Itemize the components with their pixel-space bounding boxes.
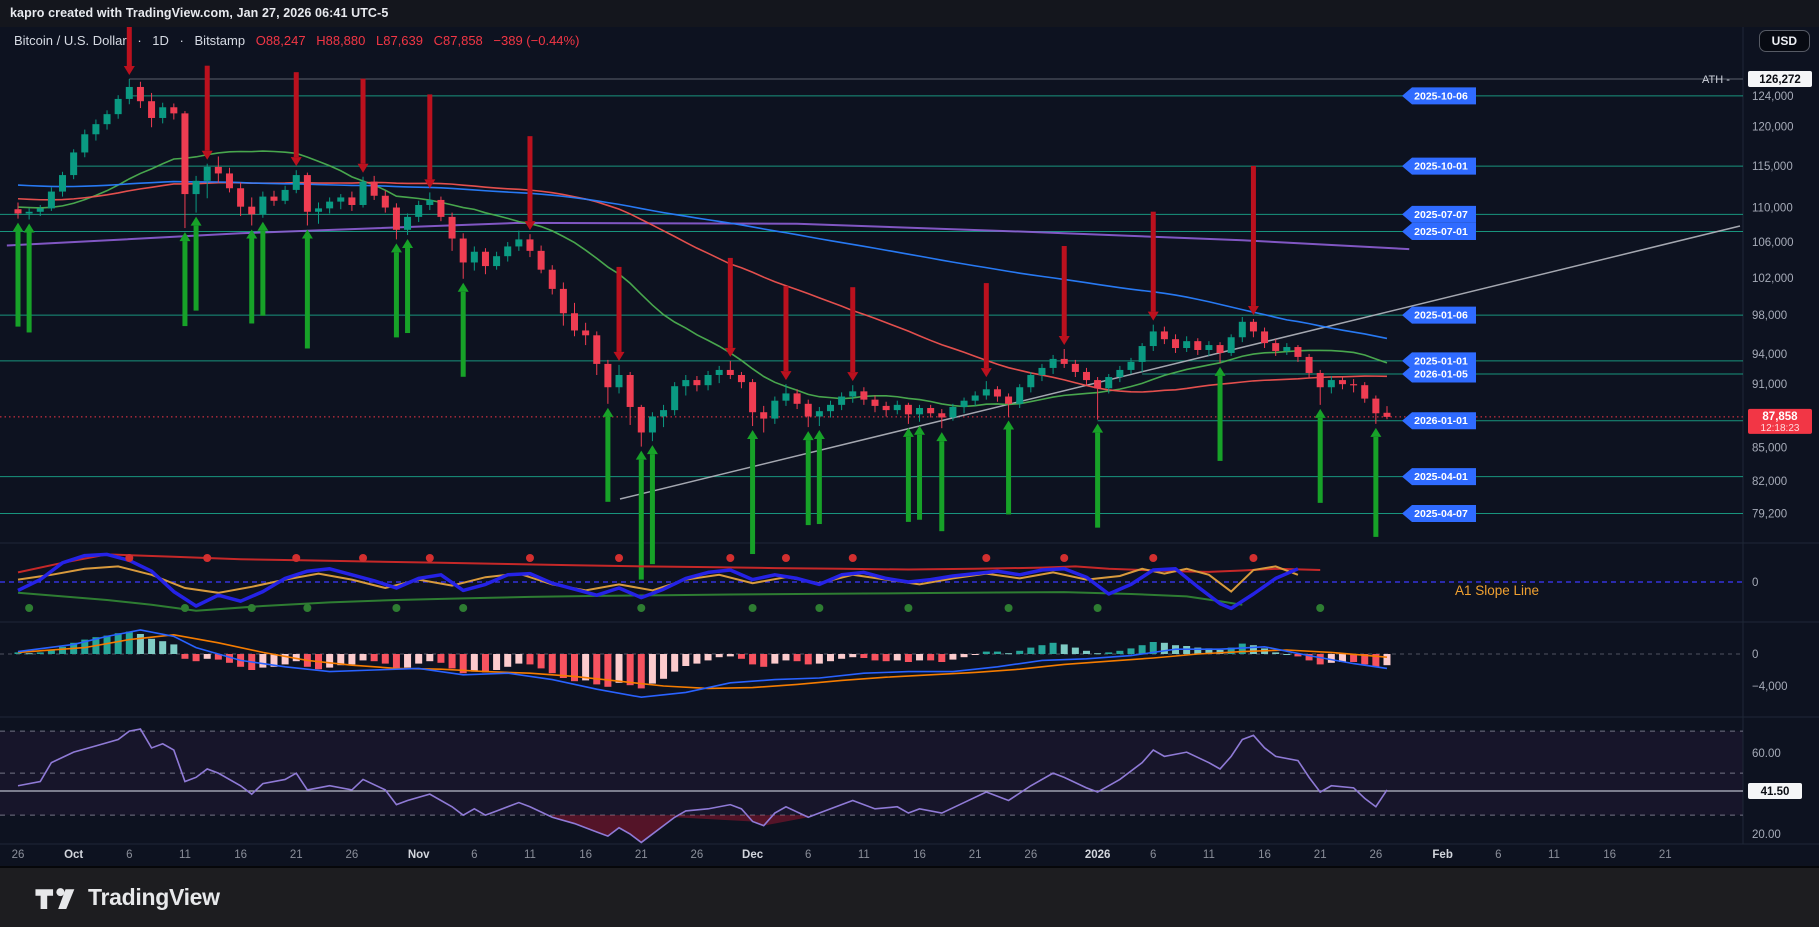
svg-text:11: 11 xyxy=(524,849,536,861)
svg-text:79,200: 79,200 xyxy=(1752,509,1787,521)
svg-text:2025-07-01: 2025-07-01 xyxy=(1414,226,1468,238)
tradingview-logo-icon xyxy=(34,883,78,913)
svg-text:110,000: 110,000 xyxy=(1752,203,1793,215)
svg-text:2025-07-07: 2025-07-07 xyxy=(1414,209,1468,221)
svg-text:26: 26 xyxy=(12,849,25,861)
svg-text:120,000: 120,000 xyxy=(1752,121,1794,133)
price-level-date-tags: 2025-10-06 2025-10-01 2025-07-07 2025-07-01… xyxy=(1402,87,1476,522)
svg-text:Oct: Oct xyxy=(64,849,83,861)
svg-text:16: 16 xyxy=(913,849,926,861)
svg-text:21: 21 xyxy=(1314,849,1327,861)
svg-text:Feb: Feb xyxy=(1432,849,1452,861)
svg-text:A1 Slope Line: A1 Slope Line xyxy=(1455,583,1539,598)
svg-text:11: 11 xyxy=(179,849,191,861)
svg-text:2025-04-01: 2025-04-01 xyxy=(1414,471,1468,483)
svg-text:2026-01-01: 2026-01-01 xyxy=(1414,415,1468,427)
svg-text:115,000: 115,000 xyxy=(1752,161,1793,173)
svg-text:16: 16 xyxy=(234,849,247,861)
svg-text:2025-10-06: 2025-10-06 xyxy=(1414,90,1468,102)
candles xyxy=(15,79,1391,447)
price-axis: 124,000 120,000 115,000 110,000 106,000 102,0… xyxy=(1702,71,1812,521)
svg-text:0: 0 xyxy=(1752,649,1758,661)
svg-text:16: 16 xyxy=(579,849,592,861)
svg-text:2026: 2026 xyxy=(1085,849,1111,861)
svg-text:Nov: Nov xyxy=(408,849,430,861)
svg-text:91,000: 91,000 xyxy=(1752,379,1787,391)
svg-text:26: 26 xyxy=(346,849,359,861)
svg-text:85,000: 85,000 xyxy=(1752,443,1787,455)
svg-text:21: 21 xyxy=(635,849,648,861)
signal-arrows xyxy=(13,27,1382,580)
svg-text:11: 11 xyxy=(1548,849,1560,861)
footer-bar: TradingView xyxy=(0,866,1819,927)
currency-toggle-button[interactable]: USD xyxy=(1759,30,1810,52)
svg-text:21: 21 xyxy=(969,849,982,861)
svg-text:106,000: 106,000 xyxy=(1752,237,1794,249)
svg-text:41.50: 41.50 xyxy=(1761,786,1790,798)
svg-text:ATH -: ATH - xyxy=(1702,74,1730,86)
svg-text:21: 21 xyxy=(1659,849,1672,861)
svg-text:12:18:23: 12:18:23 xyxy=(1761,423,1800,434)
svg-text:Dec: Dec xyxy=(742,849,764,861)
moving-averages xyxy=(18,151,1387,406)
svg-text:6: 6 xyxy=(1495,849,1501,861)
svg-text:2025-04-07: 2025-04-07 xyxy=(1414,508,1468,520)
svg-text:11: 11 xyxy=(858,849,870,861)
pane-macd: 0 −4,000 xyxy=(0,630,1788,697)
candlestick-chart-canvas[interactable]: 2025-10-06 2025-10-01 2025-07-07 2025-07-01… xyxy=(0,27,1819,866)
time-axis[interactable]: 26 Oct 6 11 16 21 26 Nov 6 11 16 21 26 Dec 6 11 16 21 26 20… xyxy=(12,849,1672,861)
svg-text:21: 21 xyxy=(290,849,303,861)
svg-text:−4,000: −4,000 xyxy=(1752,681,1788,693)
svg-text:20.00: 20.00 xyxy=(1752,829,1781,841)
pane-a1-slope: A1 Slope Line 0 xyxy=(0,554,1758,612)
svg-text:98,000: 98,000 xyxy=(1752,310,1787,322)
svg-text:26: 26 xyxy=(1369,849,1382,861)
svg-text:2025-10-01: 2025-10-01 xyxy=(1414,161,1468,173)
svg-text:102,000: 102,000 xyxy=(1752,273,1794,285)
svg-text:6: 6 xyxy=(1150,849,1156,861)
svg-text:6: 6 xyxy=(805,849,811,861)
svg-text:0: 0 xyxy=(1752,577,1758,589)
svg-text:16: 16 xyxy=(1603,849,1616,861)
svg-text:82,000: 82,000 xyxy=(1752,476,1787,488)
svg-text:26: 26 xyxy=(1024,849,1037,861)
attribution-bar: kapro created with TradingView.com, Jan … xyxy=(0,0,1819,27)
svg-text:2025-01-06: 2025-01-06 xyxy=(1414,310,1468,322)
svg-text:126,272: 126,272 xyxy=(1759,74,1801,86)
svg-text:2026-01-05: 2026-01-05 xyxy=(1414,368,1468,380)
svg-text:26: 26 xyxy=(691,849,704,861)
svg-text:16: 16 xyxy=(1258,849,1271,861)
svg-text:6: 6 xyxy=(471,849,477,861)
footer-brand-text: TradingView xyxy=(88,884,220,911)
attribution-text: kapro created with TradingView.com, Jan … xyxy=(10,6,388,20)
svg-text:124,000: 124,000 xyxy=(1752,91,1794,103)
svg-text:6: 6 xyxy=(126,849,132,861)
chart-region: Bitcoin / U.S. Dollar · 1D · Bitstamp O8… xyxy=(0,27,1819,866)
svg-text:87,858: 87,858 xyxy=(1762,411,1798,423)
svg-text:11: 11 xyxy=(1203,849,1215,861)
svg-text:60.00: 60.00 xyxy=(1752,748,1781,760)
svg-text:94,000: 94,000 xyxy=(1752,349,1787,361)
